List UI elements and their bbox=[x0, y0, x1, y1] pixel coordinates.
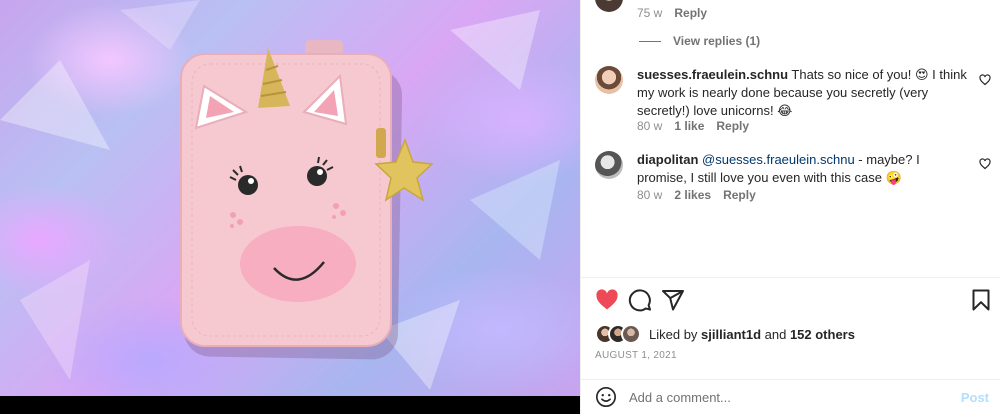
bookmark-icon[interactable] bbox=[969, 288, 993, 312]
reply-link[interactable]: Reply bbox=[674, 6, 707, 20]
comment-time: 80 w bbox=[637, 119, 663, 133]
post-media[interactable] bbox=[0, 0, 580, 414]
comment-meta: 75 w Reply bbox=[637, 6, 707, 20]
liker-username[interactable]: sjilliant1d bbox=[701, 327, 761, 342]
comment-like-icon[interactable] bbox=[979, 74, 991, 86]
replies-line bbox=[639, 40, 661, 42]
comment-input[interactable]: Add a comment... bbox=[629, 390, 961, 405]
likes-prefix: Liked by bbox=[649, 326, 702, 342]
avatar[interactable] bbox=[595, 151, 623, 179]
likes-middle: and bbox=[761, 326, 790, 342]
comment-likes[interactable]: 1 like bbox=[674, 119, 704, 133]
comment-username[interactable]: diapolitan bbox=[637, 152, 698, 167]
view-replies-button[interactable]: View replies (1) bbox=[639, 34, 760, 48]
comment-username[interactable]: suesses.fraeulein.schnu bbox=[637, 67, 788, 82]
comment-text: suesses.fraeulein.schnu Thats so nice of… bbox=[637, 66, 967, 120]
comment-icon[interactable] bbox=[628, 288, 652, 312]
heart-filled-icon[interactable] bbox=[595, 288, 619, 312]
post-button[interactable]: Post bbox=[961, 390, 989, 405]
reply-link[interactable]: Reply bbox=[723, 188, 756, 202]
comment-time: 75 w bbox=[637, 6, 663, 20]
reply-link[interactable]: Reply bbox=[716, 119, 749, 133]
comments-panel: 75 w Reply View replies (1) suesses.frae… bbox=[580, 0, 1000, 414]
likes-others-link[interactable]: 152 others bbox=[790, 327, 855, 342]
likes-summary: Liked by sjilliant1d and 152 others bbox=[595, 324, 855, 344]
media-bottom-bar bbox=[0, 396, 580, 414]
unicorn-pouch-photo bbox=[0, 0, 560, 390]
section-divider bbox=[581, 277, 1000, 278]
comment-like-icon[interactable] bbox=[979, 158, 991, 170]
post-date[interactable]: AUGUST 1, 2021 bbox=[595, 350, 677, 361]
liker-avatars[interactable] bbox=[595, 324, 641, 344]
comment-time: 80 w bbox=[637, 188, 663, 202]
comment-meta: 80 w 2 likes Reply bbox=[637, 188, 756, 202]
comment-meta: 80 w 1 like Reply bbox=[637, 119, 749, 133]
avatar[interactable] bbox=[595, 66, 623, 94]
avatar bbox=[621, 324, 641, 344]
comment-likes[interactable]: 2 likes bbox=[674, 188, 711, 202]
likes-text: Liked by sjilliant1d and 152 others bbox=[649, 327, 855, 342]
emoji-icon[interactable] bbox=[595, 386, 617, 408]
share-icon[interactable] bbox=[661, 288, 685, 312]
comment-text: diapolitan @suesses.fraeulein.schnu - ma… bbox=[637, 151, 967, 187]
add-comment-bar: Add a comment... Post bbox=[581, 380, 1000, 414]
avatar[interactable] bbox=[595, 0, 623, 12]
comment-mention[interactable]: @suesses.fraeulein.schnu bbox=[702, 152, 855, 167]
view-replies-label: View replies (1) bbox=[673, 34, 761, 48]
